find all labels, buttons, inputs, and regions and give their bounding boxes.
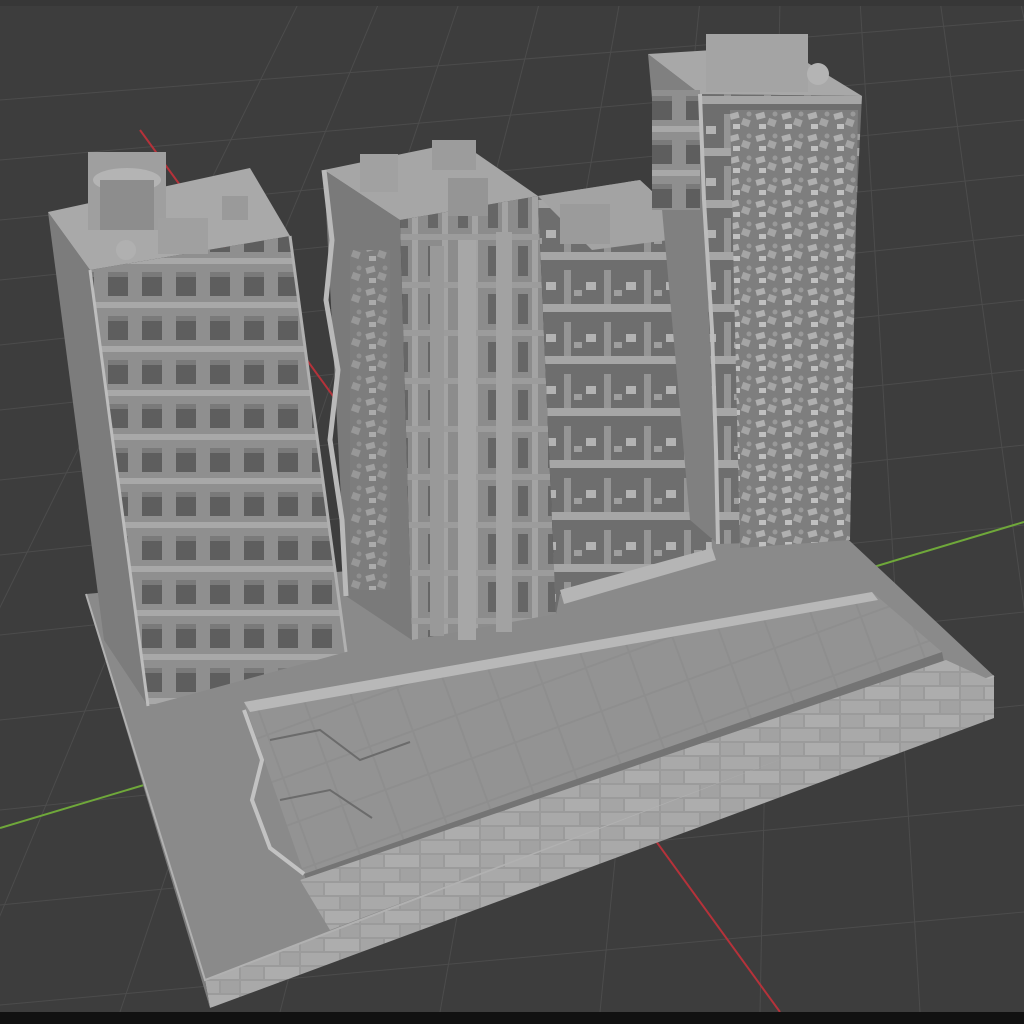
intact-tower[interactable] <box>48 152 348 707</box>
viewport-top-shade <box>0 0 1024 6</box>
damaged-tower[interactable] <box>321 140 556 640</box>
status-bar <box>0 1012 1024 1024</box>
3d-viewport[interactable] <box>0 0 1024 1012</box>
viewport-canvas[interactable] <box>0 0 1024 1012</box>
